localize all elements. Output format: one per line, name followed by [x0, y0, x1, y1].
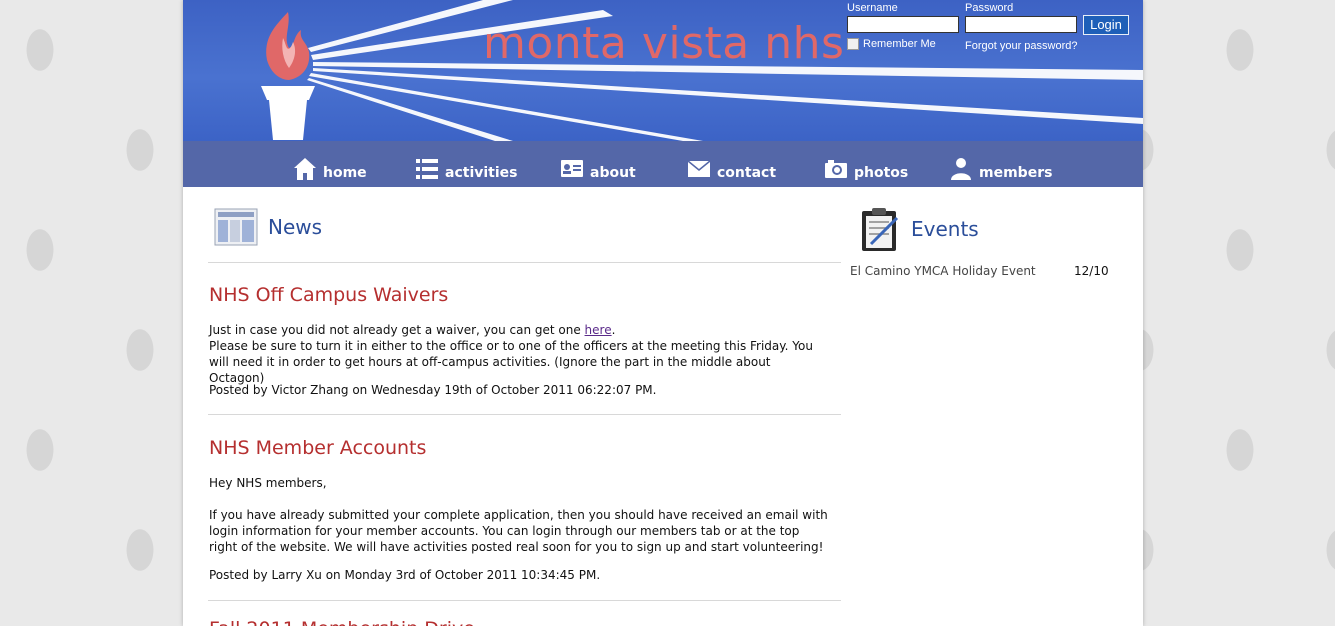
- post-greeting: Hey NHS members,: [209, 476, 327, 490]
- post-body: If you have already submitted your compl…: [209, 508, 828, 554]
- post-text-end: .: [611, 323, 616, 337]
- nav-members-label: members: [979, 165, 1053, 181]
- nav-about-label: about: [590, 165, 636, 181]
- clipboard-icon: [862, 208, 899, 251]
- password-label: Password: [965, 2, 1014, 14]
- site-banner: monta vista nhs Username Password Login …: [183, 0, 1143, 141]
- site-title: monta vista nhs: [483, 18, 845, 69]
- post-body: Just in case you did not already get a w…: [209, 322, 829, 386]
- newspaper-icon: [214, 208, 258, 246]
- forgot-password-link[interactable]: Forgot your password?: [965, 40, 1078, 52]
- events-header: Events: [859, 206, 979, 252]
- post-meta: Posted by Larry Xu on Monday 3rd of Octo…: [209, 568, 601, 582]
- password-input[interactable]: [965, 16, 1077, 33]
- waiver-link[interactable]: here: [585, 323, 612, 337]
- post-text-2: Please be sure to turn it in either to t…: [209, 339, 813, 385]
- nav-contact[interactable]: contact: [687, 151, 776, 181]
- nav-photos-label: photos: [854, 165, 909, 181]
- remember-me-checkbox[interactable]: [847, 38, 859, 50]
- username-label: Username: [847, 2, 898, 14]
- remember-me: Remember Me: [847, 38, 936, 50]
- camera-icon: [825, 160, 847, 178]
- list-icon: [416, 159, 438, 179]
- news-divider: [208, 262, 841, 263]
- main-nav: home activities about contact photos mem…: [183, 141, 1143, 187]
- username-input[interactable]: [847, 16, 959, 33]
- login-button[interactable]: Login: [1083, 15, 1129, 35]
- user-icon: [951, 158, 971, 180]
- remember-me-label: Remember Me: [863, 38, 936, 50]
- post-divider: [208, 414, 841, 415]
- event-name: El Camino YMCA Holiday Event: [850, 264, 1036, 278]
- post-title[interactable]: NHS Member Accounts: [209, 437, 426, 459]
- post-meta: Posted by Victor Zhang on Wednesday 19th…: [209, 383, 657, 397]
- envelope-icon: [687, 160, 711, 177]
- news-heading: News: [268, 215, 323, 239]
- event-date: 12/10: [1074, 264, 1109, 278]
- home-icon: [294, 158, 316, 180]
- torch-logo: [261, 12, 315, 140]
- nav-activities[interactable]: activities: [415, 151, 517, 181]
- post-title[interactable]: Fall 2011 Membership Drive: [209, 618, 475, 626]
- post-title[interactable]: NHS Off Campus Waivers: [209, 284, 448, 306]
- id-card-icon: [561, 160, 583, 177]
- nav-about[interactable]: about: [560, 151, 636, 181]
- news-header: News: [214, 208, 322, 246]
- page-container: monta vista nhs Username Password Login …: [183, 0, 1143, 626]
- nav-members[interactable]: members: [949, 151, 1052, 181]
- nav-activities-label: activities: [445, 165, 518, 181]
- nav-home[interactable]: home: [293, 151, 367, 181]
- events-heading: Events: [911, 217, 979, 241]
- nav-home-label: home: [323, 165, 367, 181]
- main-content: News NHS Off Campus Waivers Just in case…: [188, 192, 1138, 626]
- nav-photos[interactable]: photos: [824, 151, 908, 181]
- post-divider: [208, 600, 841, 601]
- event-row[interactable]: El Camino YMCA Holiday Event 12/10: [850, 264, 1120, 278]
- post-text: Just in case you did not already get a w…: [209, 323, 585, 337]
- nav-contact-label: contact: [717, 165, 777, 181]
- login-form: Username Password Login Remember Me Forg…: [847, 2, 1137, 58]
